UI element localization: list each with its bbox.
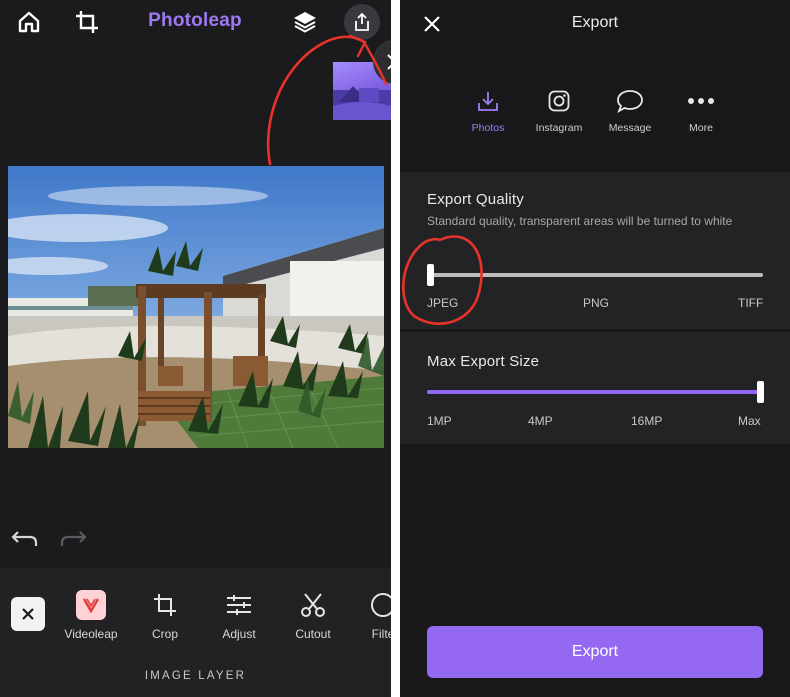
destination-photos[interactable]: Photos [453, 86, 523, 134]
undo-icon [11, 531, 38, 546]
layers-icon[interactable] [291, 8, 319, 36]
export-size-section: Max Export Size 1MP 4MP 16MP Max [400, 332, 790, 444]
destination-label: Photos [471, 122, 505, 134]
crop-icon [129, 588, 201, 622]
message-bubble-icon [595, 86, 665, 116]
quality-slider-track[interactable] [427, 273, 763, 277]
home-icon[interactable] [15, 8, 43, 36]
size-title: Max Export Size [427, 353, 540, 370]
destination-more[interactable]: More [666, 86, 736, 134]
tool-crop[interactable]: Crop [129, 588, 201, 648]
destination-label: Message [608, 122, 652, 134]
share-icon [355, 12, 369, 31]
app-title: Photoleap [148, 10, 242, 31]
undo-button[interactable] [10, 528, 38, 553]
redo-icon [60, 531, 87, 546]
photo-canvas[interactable] [8, 166, 384, 448]
export-quality-section: Export Quality Standard quality, transpa… [400, 172, 790, 329]
more-dots-icon [666, 86, 736, 116]
size-slider-track[interactable] [427, 390, 763, 394]
quality-description: Standard quality, transparent areas will… [427, 214, 733, 228]
size-slider-knob[interactable] [757, 381, 764, 403]
quality-option-jpeg[interactable]: JPEG [427, 296, 458, 310]
quality-slider-knob[interactable] [427, 264, 434, 286]
export-title: Export [571, 14, 619, 31]
tool-label: Videoleap [64, 627, 118, 641]
size-option-max[interactable]: Max [738, 414, 761, 428]
destination-label: More [689, 122, 713, 134]
tool-filters[interactable]: Filte [347, 588, 391, 648]
size-option-1mp[interactable]: 1MP [427, 414, 452, 428]
scissors-icon [277, 588, 349, 622]
tool-label: Crop [151, 627, 178, 641]
export-button[interactable]: Export [427, 626, 763, 678]
filters-icon [347, 588, 391, 622]
quality-option-tiff[interactable]: TIFF [738, 296, 763, 310]
destination-message[interactable]: Message [595, 86, 665, 134]
size-option-4mp[interactable]: 4MP [528, 414, 553, 428]
screenshot-divider [391, 0, 400, 697]
share-button[interactable] [344, 4, 380, 40]
destination-instagram[interactable]: Instagram [524, 86, 594, 134]
section-label: IMAGE LAYER [144, 670, 247, 682]
editor-top-bar: Photoleap [0, 0, 391, 48]
tool-label: Filte [371, 627, 391, 641]
adjust-sliders-icon [203, 588, 275, 622]
redo-button[interactable] [60, 528, 88, 553]
destination-label: Instagram [535, 122, 583, 134]
tool-cutout[interactable]: Cutout [277, 588, 349, 648]
editor-screen: Photoleap Videoleap Crop Adjust Cutout F… [0, 0, 391, 697]
download-icon [453, 86, 523, 116]
tool-adjust[interactable]: Adjust [203, 588, 275, 648]
tool-label: Adjust [222, 627, 256, 641]
crop-icon[interactable] [73, 8, 101, 36]
close-icon [387, 54, 391, 70]
close-toolbar-button[interactable] [11, 597, 45, 631]
videoleap-icon [76, 590, 106, 620]
quality-title: Export Quality [427, 191, 525, 208]
tool-label: Cutout [295, 627, 331, 641]
close-icon [22, 608, 34, 620]
quality-option-png[interactable]: PNG [583, 296, 609, 310]
export-screen: Export Photos Instagram Message More Exp… [400, 0, 790, 697]
instagram-icon [524, 86, 594, 116]
size-option-16mp[interactable]: 16MP [631, 414, 662, 428]
tool-videoleap[interactable]: Videoleap [55, 588, 127, 648]
landscape-photo [8, 166, 384, 448]
